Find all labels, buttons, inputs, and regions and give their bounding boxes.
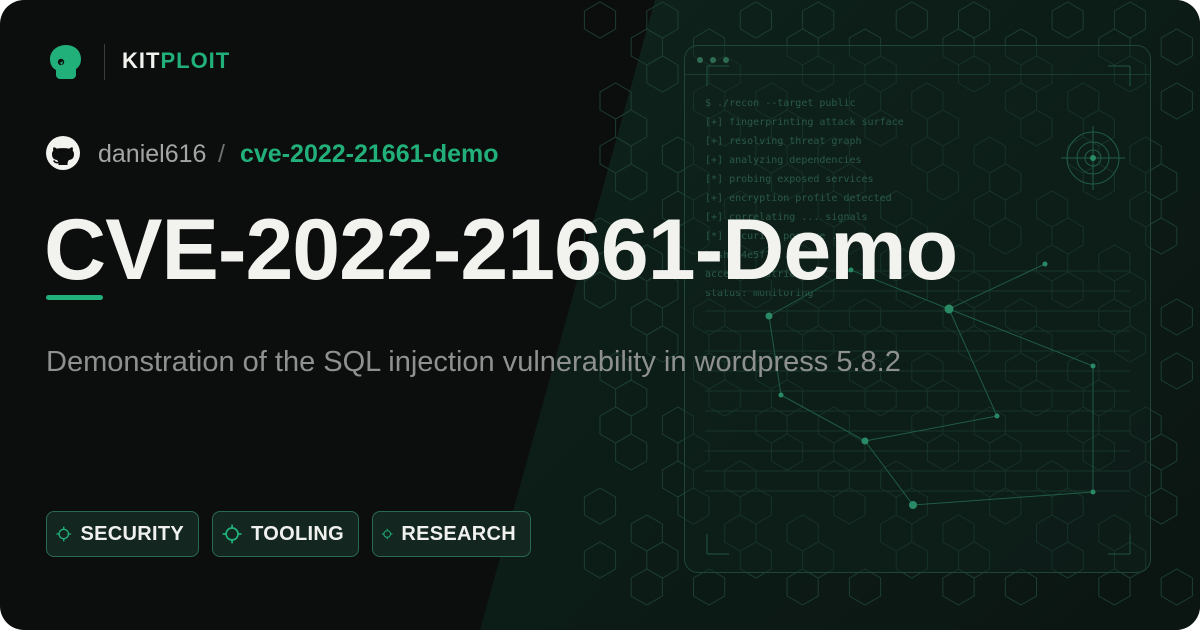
hex-cell [583, 541, 617, 579]
tag-label: RESEARCH [401, 522, 516, 545]
brand-name: KITPLOIT [122, 48, 230, 74]
hex-cell [739, 1, 772, 39]
repo-name[interactable]: cve-2022-21661-demo [240, 139, 499, 169]
hex-cell [599, 82, 632, 120]
title-underline [46, 295, 103, 300]
repo-owner[interactable]: daniel616 [98, 139, 206, 169]
tag-research[interactable]: RESEARCH [372, 511, 531, 557]
hex-cell [615, 433, 648, 471]
tag-label: SECURITY [80, 522, 184, 545]
hex-cell [646, 55, 679, 93]
scan-lines [705, 270, 1130, 492]
hex-cell [1098, 568, 1131, 606]
hex-cell [1160, 352, 1193, 390]
hex-cell [958, 1, 991, 39]
hex-cell [630, 298, 663, 336]
hex-cell [895, 1, 928, 39]
hex-cell [630, 28, 663, 66]
hex-cell [646, 541, 679, 579]
hex-cell [630, 514, 663, 552]
brand-part2: PLOIT [160, 48, 231, 73]
hex-cell [802, 1, 835, 39]
hex-cell [599, 136, 632, 174]
hex-cell [1004, 568, 1037, 606]
hex-cell [599, 406, 632, 444]
target-icon [381, 528, 393, 540]
hex-cell [583, 487, 617, 525]
og-card: $ ./recon --target public [+] fingerprint… [0, 0, 1200, 630]
hex-cell [1160, 568, 1193, 606]
brand-part1: KIT [122, 48, 161, 73]
hex-cell [848, 568, 882, 606]
hex-cell [1160, 82, 1193, 120]
hex-cell [1051, 1, 1084, 39]
hex-cell [646, 1, 679, 39]
hex-cell [1160, 298, 1193, 336]
network-graph [705, 65, 1131, 555]
hex-cell [1160, 28, 1193, 66]
terminal-window: $ ./recon --target public [+] fingerprint… [684, 45, 1151, 573]
tag-tooling[interactable]: TOOLING [212, 511, 359, 557]
hex-cell [786, 568, 819, 606]
hex-cell [1113, 1, 1147, 39]
hex-cell [615, 109, 648, 147]
target-icon [56, 526, 72, 542]
hex-cell [583, 1, 617, 39]
tag-security[interactable]: SECURITY [46, 511, 199, 557]
hex-cell [942, 568, 975, 606]
page-title: CVE-2022-21661-Demo [44, 202, 958, 298]
kitploit-logo-icon [50, 45, 81, 79]
github-icon [46, 136, 80, 170]
logo-divider [104, 44, 105, 80]
target-icon [222, 524, 242, 544]
tag-label: TOOLING [251, 522, 344, 545]
hex-cell [615, 379, 648, 417]
hex-cell [693, 568, 726, 606]
hex-cell [630, 568, 663, 606]
hex-cell [615, 163, 648, 201]
repo-description: Demonstration of the SQL injection vulne… [46, 346, 901, 378]
repo-separator: / [218, 140, 225, 168]
